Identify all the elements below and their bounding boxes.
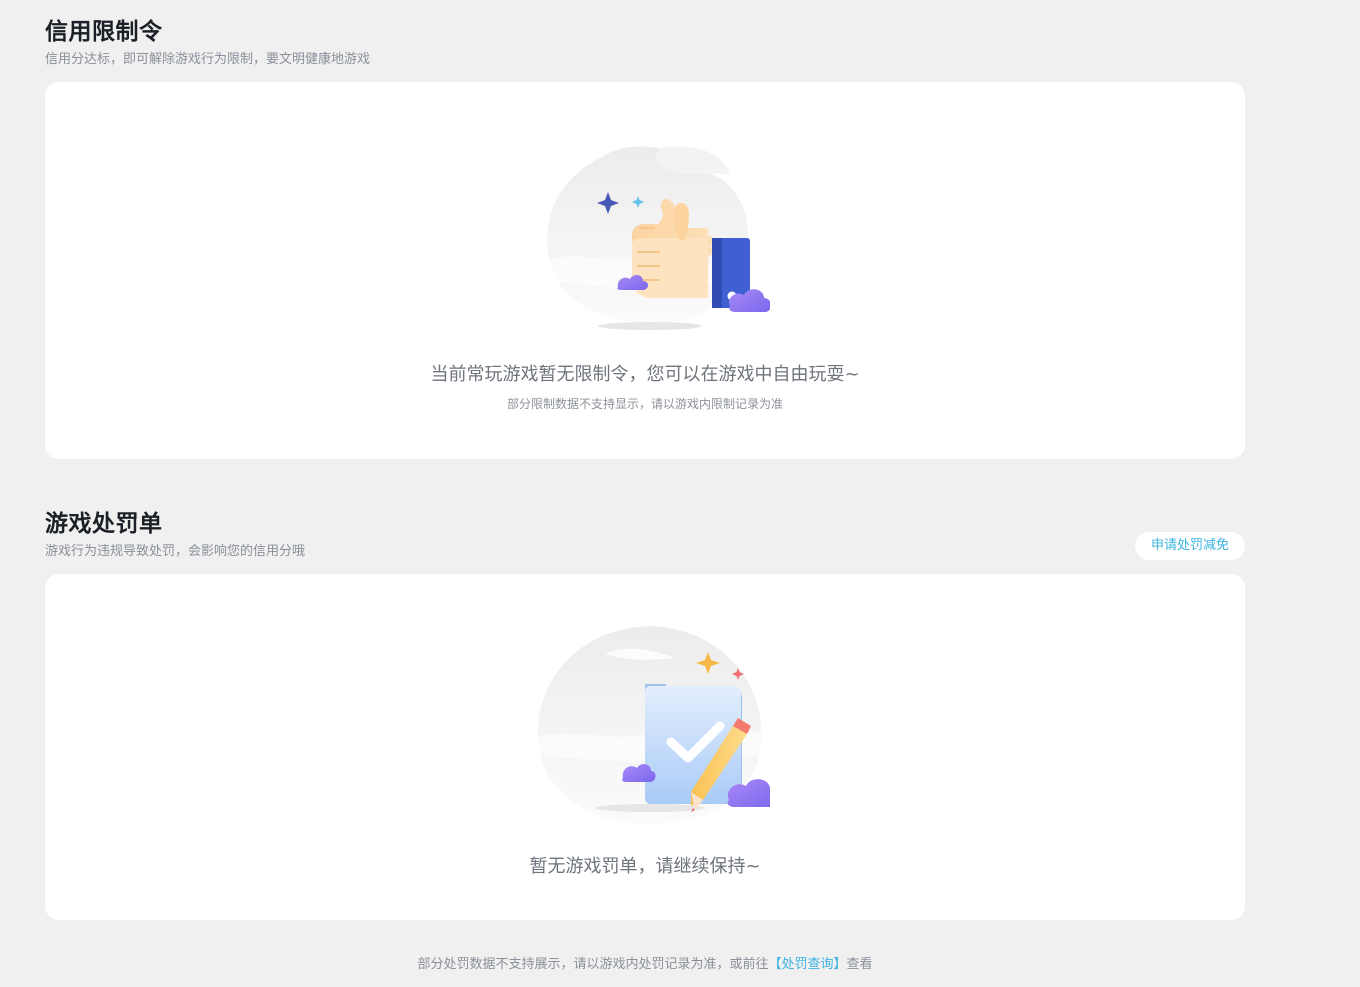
thumbs-up-illustration [547, 146, 770, 330]
restriction-card: 当前常玩游戏暂无限制令，您可以在游戏中自由玩耍~ 部分限制数据不支持显示，请以游… [45, 82, 1245, 459]
penalty-empty-message: 暂无游戏罚单，请继续保持~ [529, 856, 761, 877]
footer-note-text: 部分处罚数据不支持展示，请以游戏内处罚记录为准，或前往 [417, 957, 769, 972]
penalty-query-link[interactable]: 【处罚查询】 [768, 957, 846, 972]
penalty-footer-note: 部分处罚数据不支持展示，请以游戏内处罚记录为准，或前往【处罚查询】查看 [0, 953, 1290, 972]
apply-penalty-reduction-button[interactable]: 申请处罚减免 [1135, 532, 1245, 560]
penalty-section-subtitle: 游戏行为违规导致处罚，会影响您的信用分哦 [45, 544, 306, 559]
restriction-section-subtitle: 信用分达标，即可解除游戏行为限制，要文明健康地游戏 [45, 52, 371, 67]
restriction-empty-message: 当前常玩游戏暂无限制令，您可以在游戏中自由玩耍~ [430, 364, 860, 385]
restriction-section-title: 信用限制令 [45, 19, 163, 45]
folder-pencil-illustration [537, 626, 770, 825]
penalty-card: 暂无游戏罚单，请继续保持~ [45, 574, 1245, 920]
footer-note-suffix: 查看 [846, 957, 873, 972]
restriction-empty-note: 部分限制数据不支持显示，请以游戏内限制记录为准 [506, 397, 783, 411]
penalty-section-title: 游戏处罚单 [45, 511, 163, 537]
